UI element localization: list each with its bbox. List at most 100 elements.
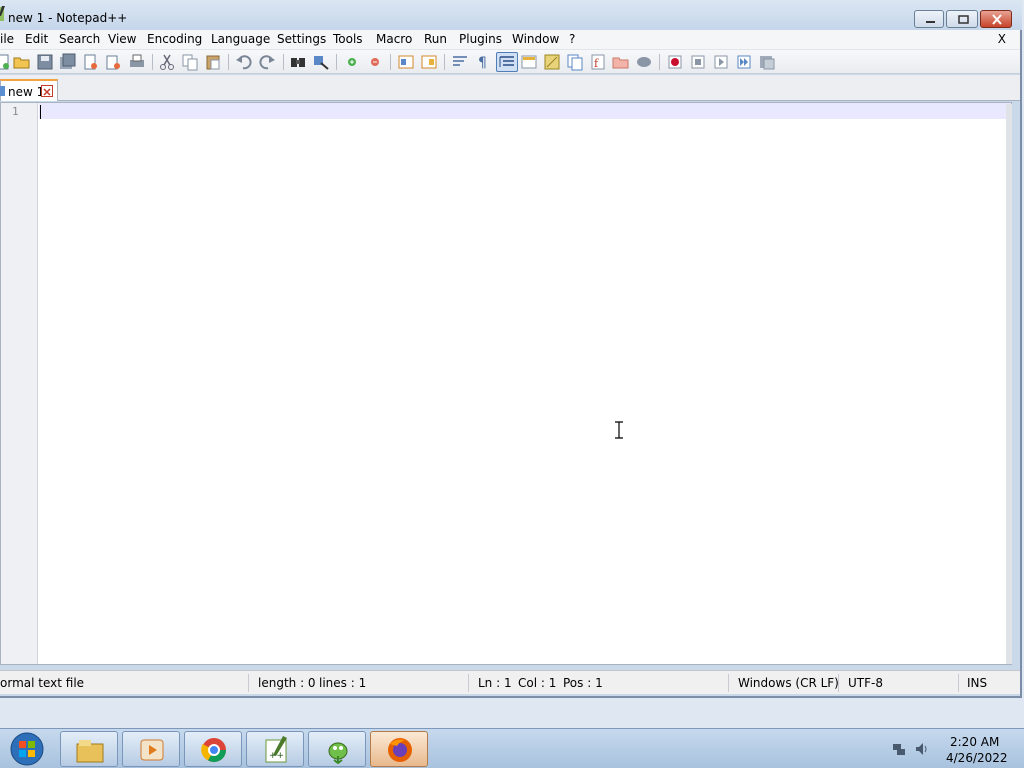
document-map-icon[interactable] [543, 53, 561, 71]
save-icon[interactable] [36, 53, 54, 71]
file-explorer-icon [76, 740, 104, 763]
text-editor[interactable]: 1 [0, 102, 1012, 665]
taskbar-media-player[interactable] [122, 731, 180, 767]
ibeam-cursor-icon [615, 421, 623, 439]
line-number-gutter: 1 [1, 103, 38, 664]
menu-search[interactable]: Search [59, 32, 100, 46]
status-column: Col : 1 [518, 676, 557, 690]
status-bar: ormal text file length : 0 lines : 1 Ln … [0, 670, 1020, 694]
bird-app-icon [328, 742, 348, 764]
menu-language[interactable]: Language [211, 32, 270, 46]
tab-new-1[interactable]: new 1 [0, 79, 58, 101]
taskbar-notepadpp[interactable]: ++ [246, 731, 304, 767]
notepadpp-icon: ++ [265, 736, 287, 763]
zoom-out-icon[interactable] [366, 53, 384, 71]
status-eol-format[interactable]: Windows (CR LF) [738, 676, 839, 690]
start-button[interactable] [6, 731, 48, 767]
print-icon[interactable] [128, 53, 146, 71]
copy-icon[interactable] [181, 53, 199, 71]
taskbar-firefox[interactable] [370, 731, 428, 767]
new-file-icon[interactable] [0, 53, 12, 71]
cut-icon[interactable] [158, 53, 176, 71]
save-all-icon[interactable] [59, 53, 77, 71]
redo-icon[interactable] [258, 53, 276, 71]
close-icon [43, 88, 51, 96]
open-file-icon[interactable] [13, 53, 31, 71]
toolbar-separator [283, 54, 284, 70]
word-wrap-icon[interactable] [451, 53, 469, 71]
current-line-highlight [39, 103, 1011, 119]
start-recording-icon[interactable] [666, 53, 684, 71]
close-file-icon[interactable] [82, 53, 100, 71]
close-window-button[interactable] [980, 10, 1012, 28]
taskbar-chrome[interactable] [184, 731, 242, 767]
menu-encoding[interactable]: Encoding [147, 32, 202, 46]
document-icon [0, 86, 5, 96]
sync-horizontal-icon[interactable] [420, 53, 438, 71]
tab-label: new 1 [8, 85, 45, 99]
menu-file[interactable]: ile [0, 32, 14, 46]
firefox-icon [388, 738, 412, 762]
toolbar-separator [659, 54, 660, 70]
notepadpp-app-icon [0, 6, 5, 21]
status-separator [248, 674, 249, 692]
indent-guide-icon [499, 56, 514, 67]
run-multiple-times-icon[interactable] [735, 53, 753, 71]
status-separator [468, 674, 469, 692]
status-file-type: ormal text file [0, 676, 85, 690]
toolbar-separator [444, 54, 445, 70]
menu-help[interactable]: ? [569, 32, 575, 46]
save-macro-icon[interactable] [758, 53, 776, 71]
menu-plugins[interactable]: Plugins [459, 32, 502, 46]
sync-vertical-icon[interactable] [397, 53, 415, 71]
menu-window[interactable]: Window [512, 32, 559, 46]
window-title: new 1 - Notepad++ [8, 11, 128, 25]
status-position: Pos : 1 [563, 676, 603, 690]
replace-icon[interactable] [312, 53, 330, 71]
menu-view[interactable]: View [108, 32, 136, 46]
show-all-characters-icon[interactable]: ¶ [474, 53, 492, 71]
toolbar-separator [336, 54, 337, 70]
menu-edit[interactable]: Edit [25, 32, 48, 46]
stop-recording-icon[interactable] [689, 53, 707, 71]
playback-icon[interactable] [712, 53, 730, 71]
paste-icon[interactable] [204, 53, 222, 71]
windows-taskbar: ++ 2:20 AM 4/26/2022 [0, 728, 1024, 768]
status-insert-mode[interactable]: INS [967, 676, 987, 690]
maximize-button[interactable] [946, 10, 978, 28]
svg-text:++: ++ [269, 751, 284, 761]
menu-settings[interactable]: Settings [277, 32, 326, 46]
clock-time[interactable]: 2:20 AM [950, 735, 999, 749]
function-list-icon[interactable]: f [589, 53, 607, 71]
tab-bar: new 1 [0, 75, 1020, 101]
indent-guide-button[interactable] [496, 52, 518, 72]
title-bar[interactable]: new 1 - Notepad++ [0, 0, 1022, 30]
tab-close-button[interactable] [41, 85, 53, 97]
restore-icon [958, 15, 969, 24]
user-defined-language-icon[interactable] [520, 53, 538, 71]
network-icon[interactable] [891, 741, 907, 757]
text-caret [40, 105, 41, 119]
monitoring-icon[interactable] [635, 53, 653, 71]
close-document-button[interactable]: X [998, 32, 1006, 46]
vertical-scrollbar[interactable] [1006, 104, 1012, 664]
menu-tools[interactable]: Tools [333, 32, 363, 46]
menu-bar: ile Edit Search View Encoding Language S… [0, 30, 1020, 50]
menu-macro[interactable]: Macro [376, 32, 412, 46]
zoom-in-icon[interactable] [343, 53, 361, 71]
status-line: Ln : 1 [478, 676, 512, 690]
document-list-icon[interactable] [566, 53, 584, 71]
close-icon [992, 14, 1002, 25]
volume-icon[interactable] [914, 741, 930, 757]
minimize-button[interactable] [914, 10, 944, 28]
clock-date[interactable]: 4/26/2022 [946, 751, 1008, 765]
close-all-icon[interactable] [105, 53, 123, 71]
taskbar-file-explorer[interactable] [60, 731, 118, 767]
minimize-icon [926, 21, 935, 23]
find-icon[interactable] [289, 53, 307, 71]
folder-as-workspace-icon[interactable] [612, 53, 630, 71]
taskbar-bird-app[interactable] [308, 731, 366, 767]
menu-run[interactable]: Run [424, 32, 447, 46]
undo-icon[interactable] [235, 53, 253, 71]
status-encoding[interactable]: UTF-8 [848, 676, 883, 690]
